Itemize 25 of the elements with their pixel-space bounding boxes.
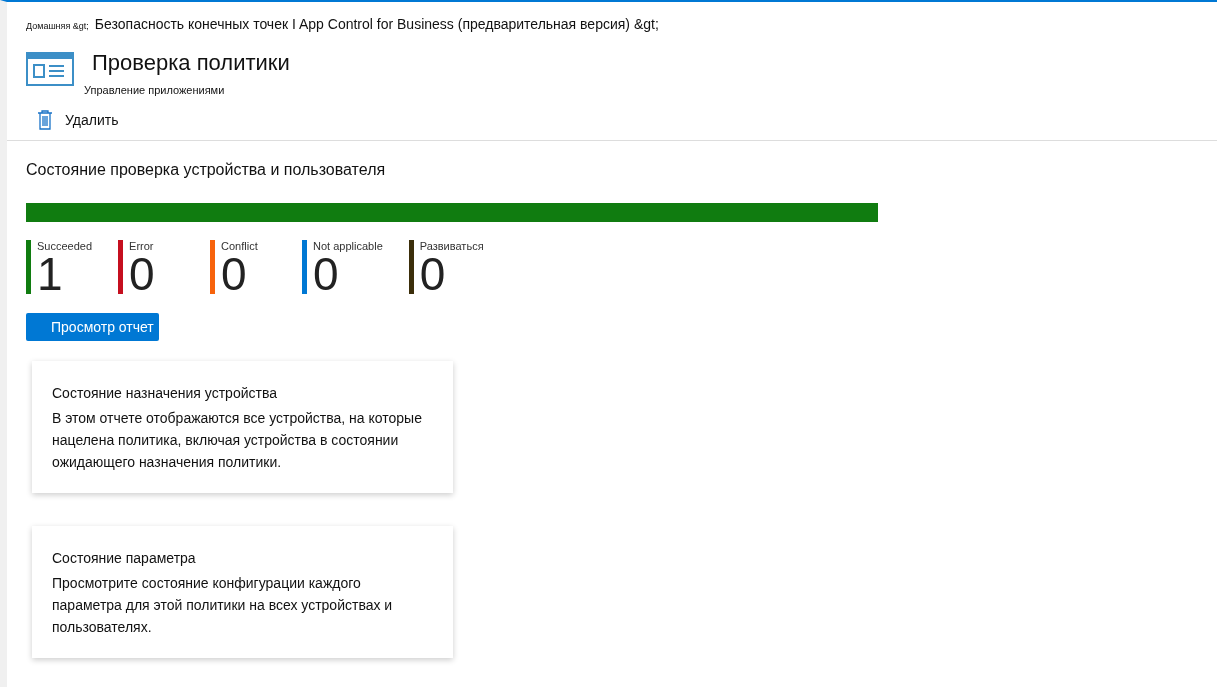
stat-label: Conflict (221, 240, 258, 252)
stat-label: Развиваться (419, 240, 484, 252)
card-title: Состояние назначения устройства (52, 385, 278, 401)
page-subtitle: Управление приложениями (84, 84, 226, 96)
breadcrumb-path: Безопасность конечных точек I App Control for Business (предварительная версия) &gt; (94, 16, 659, 32)
stat-value: 0 (129, 252, 155, 296)
stat-label: Not applicable (313, 240, 383, 252)
card-description: В этом отчете отображаются все устройства, на которые нацелена политика, включая устройства в состоянии ожидающего назначения политики. (52, 409, 423, 472)
stat-label: Error (129, 240, 155, 252)
delete-button[interactable]: Удалить (37, 110, 119, 130)
card-title: Состояние параметра (52, 550, 197, 566)
breadcrumb-home-link[interactable]: Домашняя &gt; (26, 21, 89, 31)
stat-value: 0 (419, 252, 446, 296)
stat-label: Succeeded (37, 240, 93, 252)
policy-page-icon (26, 52, 74, 86)
report-card[interactable]: Состояние назначения устройства В этом отчете отображаются все устройства, на которые нацелена политика, включая устройства в состоянии ожидающего назначения политики. (32, 361, 453, 493)
report-card[interactable]: Состояние параметра Просмотрите состояние конфигурации каждого параметра для этой политики на всех устройствах и пользователях. (32, 526, 453, 658)
stat-value: 0 (221, 252, 247, 296)
stat-value: 0 (313, 252, 339, 296)
section-title: Состояние проверка устройства и пользователя (26, 161, 387, 179)
page-title: Проверка политики (91, 50, 290, 76)
stat-value: 1 (37, 252, 63, 296)
trash-icon (37, 110, 53, 130)
view-report-button[interactable]: Просмотр отчет (26, 313, 159, 341)
card-description: Просмотрите состояние конфигурации каждого параметра для этой политики на всех устройствах и пользователях. (52, 574, 394, 637)
